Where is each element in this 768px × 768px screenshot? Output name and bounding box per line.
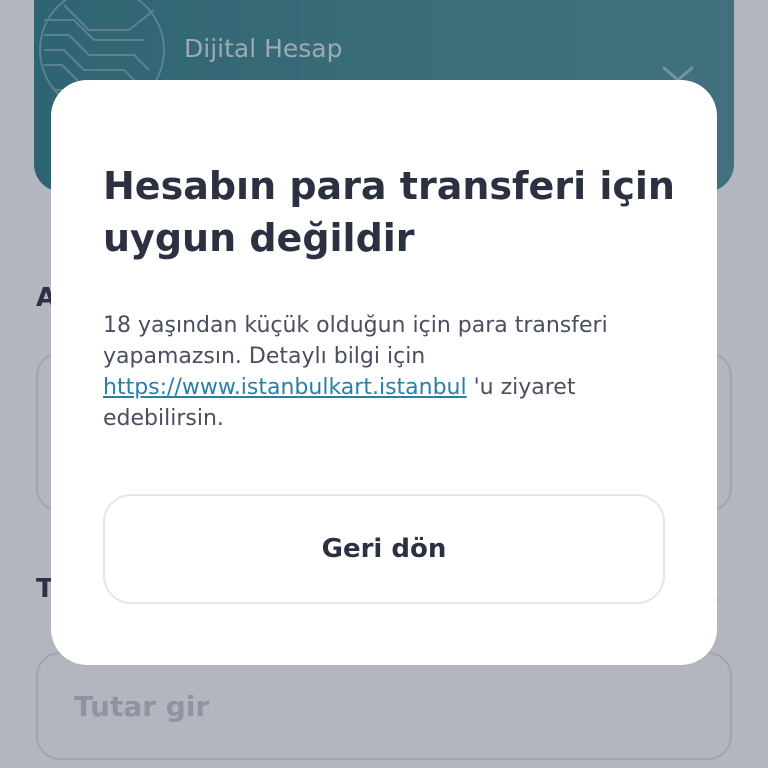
- screen: Dijital Hesap A T ) Hesabın para transfe…: [0, 0, 768, 768]
- back-button[interactable]: Geri dön: [103, 494, 665, 604]
- istanbulkart-link[interactable]: https://www.istanbulkart.istanbul: [103, 375, 467, 400]
- transfer-not-allowed-dialog: Hesabın para transferi için uygun değild…: [51, 80, 717, 665]
- dialog-message: 18 yaşından küçük olduğun için para tran…: [103, 310, 673, 434]
- dialog-title: Hesabın para transferi için uygun değild…: [103, 164, 675, 260]
- dialog-message-text: 18 yaşından küçük olduğun için para tran…: [103, 313, 608, 369]
